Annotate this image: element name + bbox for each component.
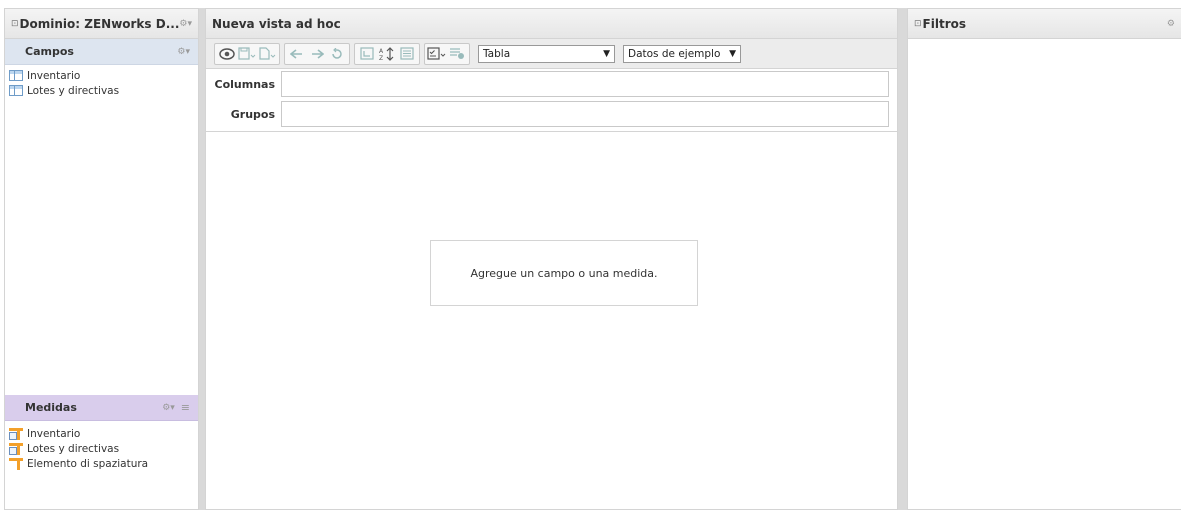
input-controls-button[interactable] [447, 45, 467, 63]
svg-text:Z: Z [379, 55, 383, 61]
export-button[interactable] [257, 45, 277, 63]
data-source-panel: ⊡ Dominio: ZENworks D... ⚙▾ Campos ⚙▾ In… [4, 8, 199, 510]
toolbar-group-options [424, 42, 470, 65]
medidas-section-header: Medidas ⚙▾ ≡ [5, 395, 198, 421]
campos-section-header: Campos ⚙▾ [5, 39, 198, 65]
checklist-icon [427, 47, 446, 60]
filters-menu-icon[interactable]: ⚙ [1167, 19, 1175, 29]
medidas-menu-icon[interactable]: ⚙▾ [162, 403, 175, 413]
campos-menu-icon[interactable]: ⚙▾ [177, 47, 190, 57]
chevron-down-icon: ▼ [729, 48, 736, 59]
data-source-header: ⊡ Dominio: ZENworks D... ⚙▾ [5, 9, 198, 39]
table-icon [9, 70, 23, 81]
pivot-button[interactable] [357, 45, 377, 63]
tree-item-medidas-lotes[interactable]: Lotes y directivas [9, 441, 194, 456]
measure-table-icon [9, 442, 23, 455]
tree-item-medidas-inventario[interactable]: Inventario [9, 426, 194, 441]
input-controls-icon [450, 48, 464, 59]
filters-header: ⊡ Filtros ⚙ [908, 9, 1181, 39]
display-mode-button[interactable] [217, 45, 237, 63]
tree-item-campos-inventario[interactable]: Inventario [9, 68, 194, 83]
eye-icon [219, 47, 235, 60]
table-icon [9, 85, 23, 96]
toolbar-group-history [284, 42, 350, 65]
svg-text:A: A [379, 48, 384, 55]
data-mode-value: Datos de ejemplo [628, 47, 721, 60]
undo-all-button[interactable] [327, 45, 347, 63]
sql-button[interactable] [397, 45, 417, 63]
collapse-toggle-icon[interactable]: ⊡ [914, 19, 922, 29]
adhoc-view-panel: Nueva vista ad hoc A Z Tabla ▼ Datos de … [205, 8, 898, 510]
document-icon [400, 47, 414, 60]
measure-icon [9, 457, 23, 470]
undo-button[interactable] [287, 45, 307, 63]
reset-icon [332, 47, 342, 59]
data-mode-select[interactable]: Datos de ejemplo ▼ [623, 44, 741, 63]
sort-button[interactable]: AZ [377, 45, 397, 63]
filters-panel: ⊡ Filtros ⚙ [907, 8, 1181, 510]
tree-item-label: Lotes y directivas [27, 442, 120, 455]
redo-icon [312, 48, 324, 59]
tree-item-label: Inventario [27, 427, 81, 440]
medidas-label: Medidas [25, 401, 77, 414]
chevron-down-icon: ▼ [603, 48, 610, 59]
columns-row: Columnas [206, 69, 897, 99]
campos-tree: Inventario Lotes y directivas [5, 65, 198, 101]
medidas-tree: Inventario Lotes y directivas Elemento d… [5, 423, 198, 474]
campos-label: Campos [25, 45, 74, 58]
save-icon [238, 47, 256, 60]
empty-message-text: Agregue un campo o una medida. [470, 266, 658, 280]
save-button[interactable] [237, 45, 257, 63]
panel-menu-icon[interactable]: ⚙▾ [179, 19, 192, 29]
filters-title: Filtros [922, 16, 967, 31]
adhoc-view-title: Nueva vista ad hoc [212, 16, 341, 31]
export-icon [259, 47, 276, 60]
toolbar-group-file [214, 42, 280, 65]
tree-item-campos-lotes[interactable]: Lotes y directivas [9, 83, 194, 98]
data-source-title: Dominio: ZENworks D... [19, 16, 180, 31]
columns-label: Columnas [214, 77, 276, 91]
measure-table-icon [9, 427, 23, 440]
list-icon[interactable]: ≡ [181, 401, 190, 414]
groups-drop-zone[interactable] [281, 101, 889, 127]
tree-item-label: Elemento di spaziatura [27, 457, 149, 470]
adhoc-toolbar: AZ Tabla ▼ Datos de ejemplo ▼ [206, 39, 897, 69]
tree-item-label: Inventario [27, 69, 81, 82]
redo-button[interactable] [307, 45, 327, 63]
undo-icon [290, 48, 302, 59]
layout-drop-area: Columnas Grupos [206, 69, 897, 132]
options-button[interactable] [427, 45, 447, 63]
columns-drop-zone[interactable] [281, 71, 889, 97]
empty-canvas-message: Agregue un campo o una medida. [430, 240, 698, 306]
collapse-toggle-icon[interactable]: ⊡ [11, 19, 19, 29]
groups-row: Grupos [206, 99, 897, 129]
right-splitter[interactable] [898, 8, 907, 510]
visualization-type-value: Tabla [483, 47, 511, 60]
visualization-type-select[interactable]: Tabla ▼ [478, 44, 615, 63]
tree-item-label: Lotes y directivas [27, 84, 120, 97]
adhoc-view-header: Nueva vista ad hoc [206, 9, 897, 39]
toolbar-group-layout: AZ [354, 42, 420, 65]
tree-item-medidas-spaziatura[interactable]: Elemento di spaziatura [9, 456, 194, 471]
pivot-icon [360, 47, 374, 60]
groups-label: Grupos [230, 107, 275, 121]
sort-icon: AZ [379, 46, 394, 61]
